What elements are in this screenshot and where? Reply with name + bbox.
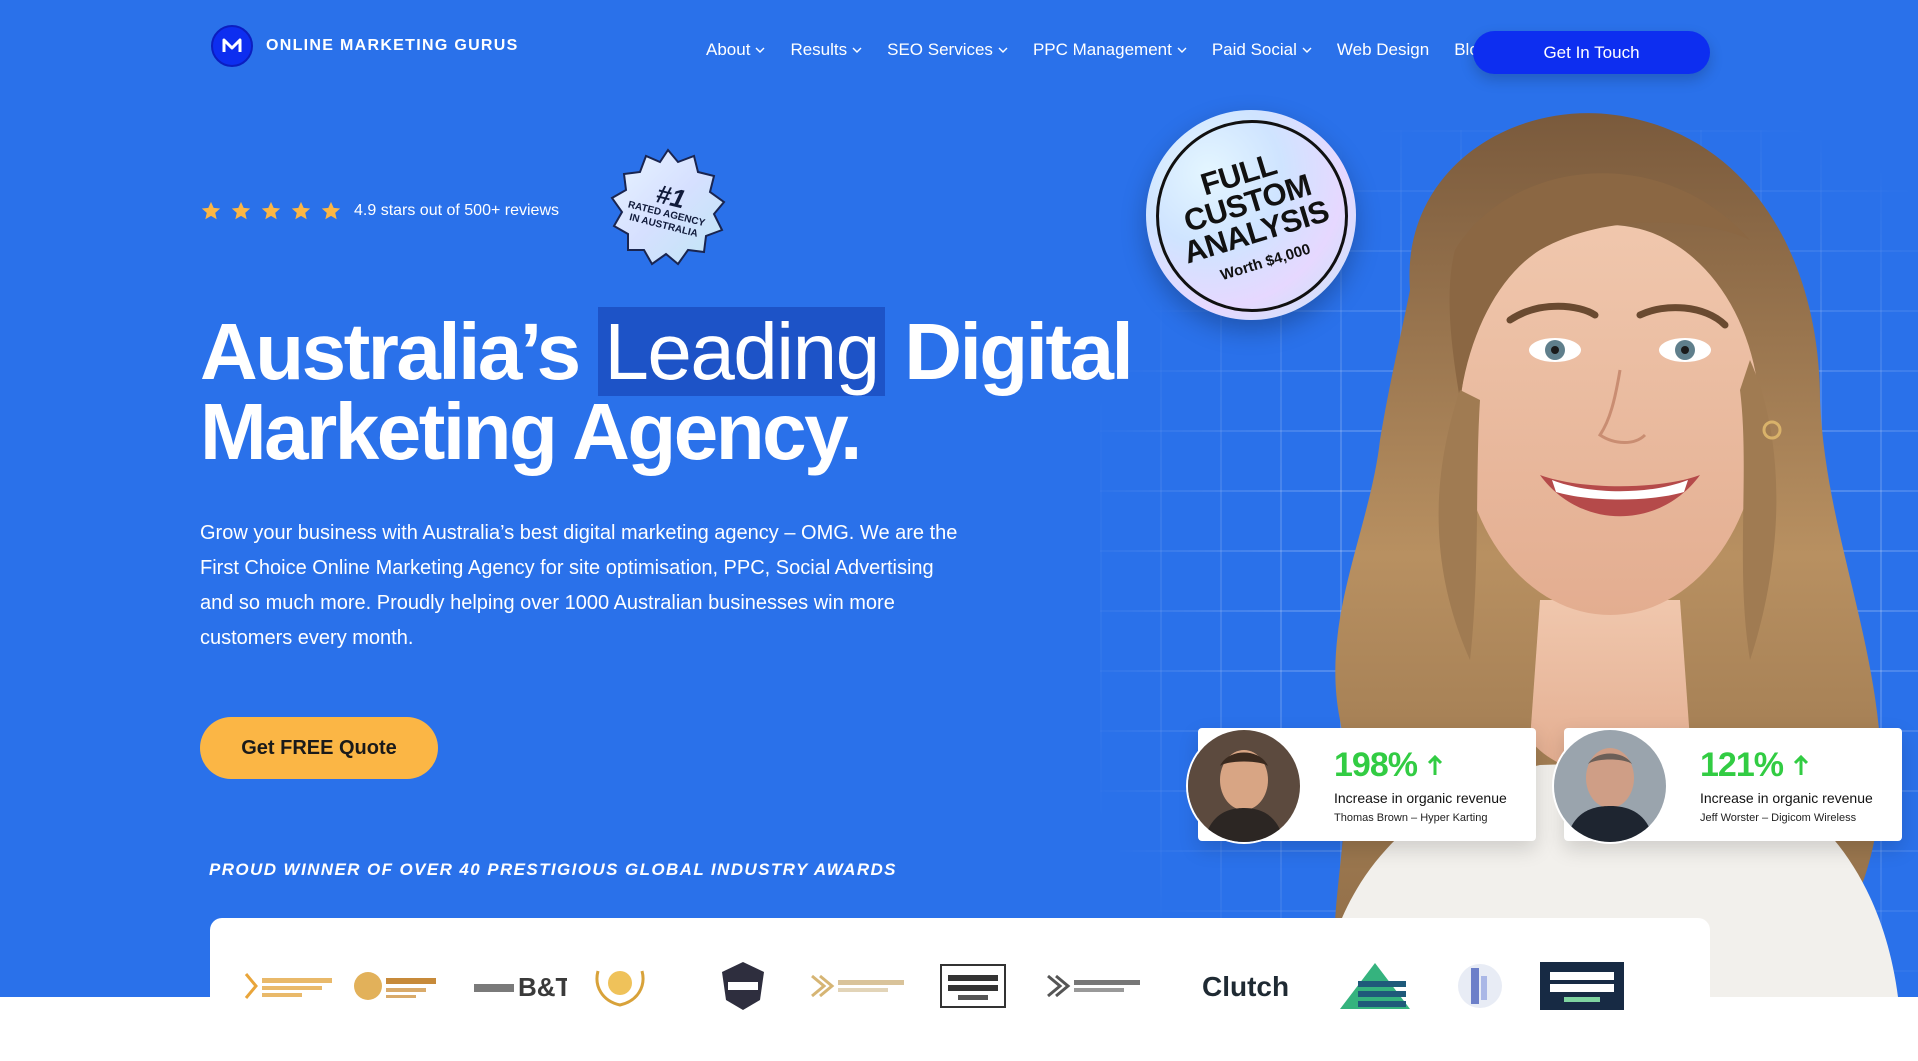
award-icon [1340,963,1410,1009]
chevron-down-icon [1177,47,1187,53]
star-icon [201,201,221,220]
star-icon [291,201,311,220]
star-rating [200,200,342,222]
nav-label: PPC Management [1032,40,1172,59]
avatar [1186,728,1302,844]
award-icon [1540,962,1624,1010]
stat-value: 121% [1700,746,1809,785]
star-icon [231,201,251,220]
award-logo-us-search [1044,956,1144,1016]
page-title: Australia’s Leading Digital Marketing Ag… [200,307,1134,476]
award-logo-apac [240,956,340,1016]
award-icon: Clutch [1202,971,1289,1002]
stat-person: Thomas Brown – Hyper Karting [1334,812,1488,824]
award-icon [811,974,904,998]
award-logo-uk-paid-media [1330,956,1420,1016]
award-icon [940,964,1006,1008]
headline-line2: Marketing Agency. [200,387,862,476]
award-logo-global-agency-winner [1540,956,1624,1016]
award-icon [1458,964,1502,1008]
award-logo-semrush [352,956,440,1016]
brand-logo[interactable]: ONLINE MARKETING GURUS [210,24,519,68]
svg-text:B&T: B&T [518,972,567,1002]
get-free-quote-button[interactable]: Get FREE Quote [200,717,438,779]
rating-summary: 4.9 stars out of 500+ reviews [200,200,559,222]
stat-card: 121% Increase in organic revenue Jeff Wo… [1552,728,1902,844]
nav-item-web-design[interactable]: Web Design [1337,40,1429,60]
stat-person: Jeff Worster – Digicom Wireless [1700,812,1857,824]
award-logo-global-search [808,956,908,1016]
star-icon [321,201,341,220]
person-avatar-icon [1188,730,1300,842]
custom-analysis-badge[interactable]: FULL CUSTOM ANALYSIS Worth $4,000 [1146,110,1356,320]
award-icon [595,970,645,1007]
avatar [1552,728,1668,844]
awards-caption: PROUD WINNER OF OVER 40 PRESTIGIOUS GLOB… [209,860,897,879]
headline-line1: Australia’s Leading Digital [200,307,1134,396]
stat-caption: Increase in organic revenue [1700,790,1873,806]
nav-item-ppc-management[interactable]: PPC Management [1033,40,1187,60]
headline-highlight: Leading [598,307,885,396]
award-logo-bt: B&T [472,956,567,1016]
rated-agency-badge: #1 RATED AGENCY IN AUSTRALIA [606,146,730,270]
person-avatar-icon [1554,730,1666,842]
rating-text: 4.9 stars out of 500+ reviews [354,202,559,219]
arrow-up-icon [1427,754,1443,775]
hero-section: ONLINE MARKETING GURUS About Results SEO… [0,0,1918,997]
award-icon [244,973,332,999]
hero-description: Grow your business with Australia’s best… [200,522,958,649]
award-logo-vip [590,956,650,1016]
brand-name: ONLINE MARKETING GURUS [266,37,519,54]
stat-value-text: 121% [1700,746,1784,784]
stat-value: 198% [1334,746,1443,785]
stat-caption: Increase in organic revenue [1334,790,1507,806]
chevron-down-icon [852,47,862,53]
award-logo-global-agency [938,956,1008,1016]
headline-post: Digital [904,307,1133,396]
nav-label: Results [790,40,848,59]
star-icon [261,201,281,220]
nav-item-about[interactable]: About [706,40,765,60]
award-logo-clutch: Clutch [1200,956,1290,1016]
svg-text:Clutch: Clutch [1202,971,1289,1002]
nav-item-paid-social[interactable]: Paid Social [1212,40,1312,60]
award-logo-2024 [1455,956,1505,1016]
award-icon [354,972,436,1000]
stat-value-text: 198% [1334,746,1418,784]
award-logo-2023 [718,956,768,1016]
award-icon [722,962,764,1010]
nav-label: Paid Social [1211,40,1297,59]
nav-label: Web Design [1336,40,1430,59]
nav-label: About [706,40,751,59]
hero-person-image [1320,113,1898,997]
chevron-down-icon [1302,47,1312,53]
main-nav: About Results SEO Services PPC Managemen… [706,40,1488,60]
omg-logo-icon [211,25,253,67]
nav-item-results[interactable]: Results [790,40,862,60]
arrow-up-icon [1793,754,1809,775]
awards-strip: B&T Clutch [210,918,1710,1061]
headline-pre: Australia’s [200,307,581,396]
chevron-down-icon [998,47,1008,53]
nav-label: SEO Services [887,40,993,59]
stat-card: 198% Increase in organic revenue Thomas … [1186,728,1536,844]
get-in-touch-button[interactable]: Get In Touch [1473,31,1710,74]
chevron-down-icon [755,47,765,53]
nav-item-seo-services[interactable]: SEO Services [887,40,1008,60]
award-icon: B&T [474,972,567,1002]
award-icon [1047,974,1140,998]
